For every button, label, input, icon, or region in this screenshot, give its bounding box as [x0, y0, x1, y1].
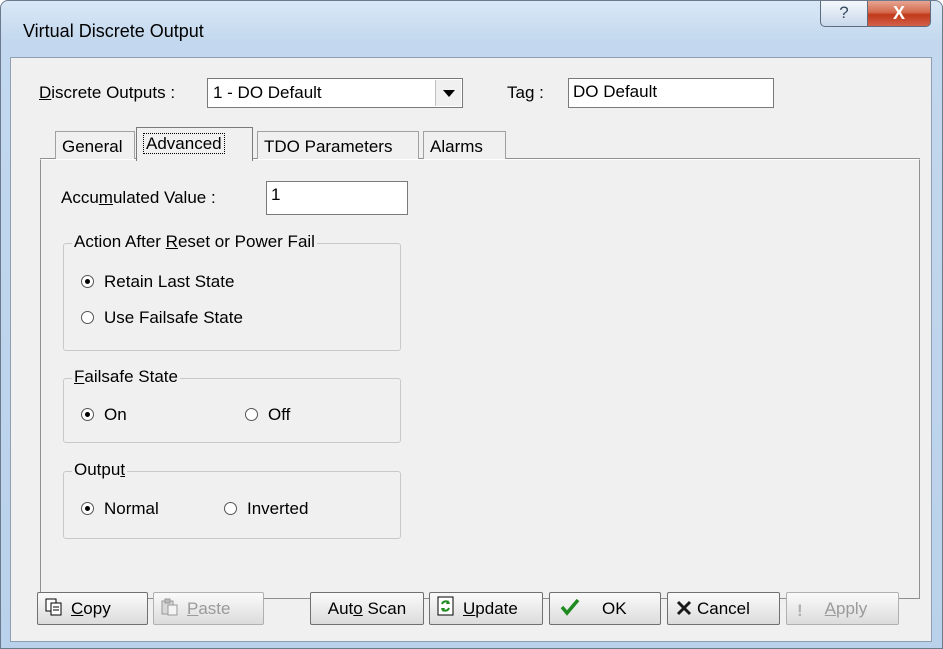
update-button[interactable]: Update	[429, 592, 543, 625]
cancel-x-icon	[676, 595, 692, 626]
tab-tdo-parameters[interactable]: TDO Parameters	[257, 131, 419, 159]
auto-scan-button[interactable]: Auto Scan	[310, 592, 424, 625]
radio-selected-icon	[81, 502, 94, 515]
discrete-outputs-value: 1 - DO Default	[213, 83, 322, 102]
output-group: Output Normal Inverted	[63, 460, 401, 539]
radio-selected-icon	[81, 408, 94, 421]
title-bar[interactable]: Virtual Discrete Output ? X	[1, 1, 942, 57]
tab-advanced[interactable]: Advanced	[136, 127, 253, 161]
failsafe-off-radio[interactable]: Off	[245, 405, 290, 425]
accumulated-value-label: Accumulated Value :	[61, 188, 216, 207]
radio-empty-icon	[224, 502, 237, 515]
discrete-outputs-select[interactable]: 1 - DO Default	[207, 78, 463, 108]
checkmark-icon	[560, 595, 580, 626]
reset-action-group-title: Action After Reset or Power Fail	[72, 232, 317, 252]
exclamation-icon: !	[797, 601, 803, 620]
radio-selected-icon	[81, 275, 94, 288]
radio-empty-icon	[81, 311, 94, 324]
help-icon: ?	[839, 3, 849, 22]
radio-empty-icon	[245, 408, 258, 421]
tab-general[interactable]: General	[55, 131, 135, 159]
tag-input[interactable]: DO Default	[568, 78, 774, 108]
tag-label: Tag :	[507, 83, 544, 102]
copy-icon	[45, 595, 63, 626]
failsafe-state-group: Failsafe State On Off	[63, 367, 401, 443]
paste-button[interactable]: Paste	[153, 592, 264, 625]
apply-button[interactable]: ! Apply	[786, 592, 899, 625]
close-icon: X	[892, 3, 905, 23]
use-failsafe-state-radio[interactable]: Use Failsafe State	[81, 308, 243, 328]
tab-alarms[interactable]: Alarms	[423, 131, 506, 159]
output-inverted-radio[interactable]: Inverted	[224, 499, 308, 519]
retain-last-state-radio[interactable]: Retain Last State	[81, 272, 234, 292]
dialog-client-area: Discrete Outputs : 1 - DO Default Tag : …	[10, 57, 932, 642]
output-group-title: Output	[72, 460, 128, 480]
failsafe-on-radio[interactable]: On	[81, 405, 127, 425]
update-icon	[437, 595, 455, 626]
help-button[interactable]: ?	[820, 1, 868, 27]
reset-action-group: Action After Reset or Power Fail Retain …	[63, 232, 401, 351]
dialog-window: Virtual Discrete Output ? X Discrete Out…	[0, 0, 943, 649]
ok-button[interactable]: OK	[549, 592, 661, 625]
window-title: Virtual Discrete Output	[23, 21, 204, 41]
close-button[interactable]: X	[867, 1, 931, 27]
dropdown-arrow-icon[interactable]	[435, 80, 461, 106]
copy-button[interactable]: Copy	[37, 592, 148, 625]
output-normal-radio[interactable]: Normal	[81, 499, 159, 519]
accumulated-value-input[interactable]: 1	[266, 181, 408, 215]
tab-panel-advanced: Accumulated Value : 1 Action After Reset…	[40, 159, 920, 599]
discrete-outputs-label: Discrete Outputs :	[39, 83, 176, 102]
failsafe-state-group-title: Failsafe State	[72, 367, 180, 387]
cancel-button[interactable]: Cancel	[667, 592, 780, 625]
paste-icon	[161, 595, 179, 626]
